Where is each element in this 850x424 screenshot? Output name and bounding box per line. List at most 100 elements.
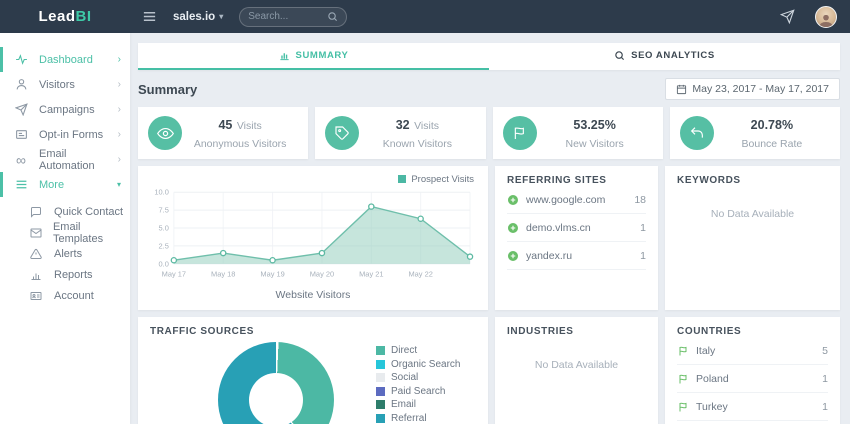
legend-label: Social (391, 372, 418, 383)
panel-title: TRAFFIC SOURCES (150, 326, 476, 337)
person-icon (3, 78, 39, 91)
chat-icon (30, 206, 54, 218)
search-box[interactable] (239, 7, 347, 27)
country-count: 1 (822, 373, 828, 385)
svg-text:0.0: 0.0 (159, 259, 169, 268)
plus-circle-icon (507, 222, 519, 234)
warning-triangle-icon (30, 248, 54, 260)
sidebar-item-label: Visitors (39, 79, 118, 91)
svg-text:May 20: May 20 (310, 270, 334, 279)
chart-legend: Prospect Visits (148, 172, 478, 186)
legend-label: Prospect Visits (411, 174, 474, 185)
site-name: demo.vlms.cn (526, 222, 633, 234)
legend-label: Organic Search (391, 359, 460, 370)
sidebar-item-visitors[interactable]: Visitors › (0, 72, 130, 97)
keywords-panel: KEYWORDS No Data Available (665, 166, 840, 310)
website-visitors-panel: Prospect Visits 0.02.55.07.510.0May 17Ma… (138, 166, 488, 310)
stat-suffix: Visits (237, 120, 262, 132)
tab-label: SEO ANALYTICS (631, 50, 715, 61)
sidebar-item-quick-contact[interactable]: Quick Contact (0, 201, 130, 222)
plus-circle-icon (507, 250, 519, 262)
stat-card-anonymous-visitors: 45 Visits Anonymous Visitors (138, 107, 308, 159)
tab-label: SUMMARY (296, 50, 349, 61)
flag-icon (677, 401, 689, 413)
chart-bars-icon (279, 50, 290, 61)
reply-arrow-icon (680, 116, 714, 150)
svg-text:7.5: 7.5 (159, 206, 169, 215)
page-title: Summary (138, 82, 197, 97)
svg-text:10.0: 10.0 (154, 188, 168, 197)
legend-item: Referral (376, 412, 465, 424)
tab-seo-analytics[interactable]: SEO ANALYTICS (489, 43, 840, 70)
legend-swatch (376, 387, 385, 396)
sidebar-item-alerts[interactable]: Alerts (0, 243, 130, 264)
flag-icon (677, 345, 689, 357)
visitors-chart-svg: 0.02.55.07.510.0May 17May 18May 19May 20… (148, 186, 476, 282)
stat-value: 53.25% (573, 118, 615, 132)
sidebar-item-email-automation[interactable]: ∞ Email Automation › (0, 147, 130, 172)
bottom-row: TRAFFIC SOURCES Direct Organic Search So… (138, 317, 840, 424)
country-row: Turkey 1 (677, 393, 828, 421)
activity-icon (3, 53, 39, 66)
search-icon (614, 50, 625, 61)
tab-summary[interactable]: SUMMARY (138, 43, 489, 70)
search-icon (327, 11, 338, 22)
flag-icon (503, 116, 537, 150)
top-bar: LeadBI sales.io ▾ (0, 0, 850, 33)
sidebar-item-opt-in-forms[interactable]: Opt-in Forms › (0, 122, 130, 147)
svg-text:May 22: May 22 (408, 270, 432, 279)
stat-value: 32 (396, 118, 410, 132)
legend-label: Referral (391, 413, 427, 424)
country-row: Italy 5 (677, 337, 828, 365)
stat-value: 20.78% (751, 118, 793, 132)
sidebar-item-label: Campaigns (39, 104, 118, 116)
send-icon[interactable] (780, 9, 795, 24)
sidebar-item-more[interactable]: More ▾ (0, 172, 130, 197)
app-logo: LeadBI (0, 8, 130, 25)
traffic-sources-body: Direct Organic Search Social Paid Search… (150, 342, 476, 424)
traffic-sources-panel: TRAFFIC SOURCES Direct Organic Search So… (138, 317, 488, 424)
tab-strip: SUMMARY SEO ANALYTICS (138, 43, 840, 70)
legend-item: Direct (376, 344, 465, 358)
sidebar-item-account[interactable]: Account (0, 285, 130, 306)
sidebar-item-dashboard[interactable]: Dashboard › (0, 47, 130, 72)
country-row: Poland 1 (677, 365, 828, 393)
legend-label: Paid Search (391, 386, 445, 397)
svg-text:May 19: May 19 (260, 270, 284, 279)
panel-title: REFERRING SITES (507, 175, 646, 186)
sidebar-item-email-templates[interactable]: Email Templates (0, 222, 130, 243)
plus-circle-icon (507, 194, 519, 206)
legend-item: Paid Search (376, 385, 465, 399)
page-header: Summary May 23, 2017 - May 17, 2017 (138, 78, 840, 100)
stat-text: 53.25% New Visitors (537, 113, 653, 153)
stat-card-bounce-rate: 20.78% Bounce Rate (670, 107, 840, 159)
menu-toggle-icon[interactable] (142, 9, 157, 24)
chevron-down-icon: ▾ (219, 12, 223, 21)
workspace-selector[interactable]: sales.io ▾ (173, 11, 223, 23)
sidebar-item-label: Quick Contact (54, 206, 123, 218)
country-name: Poland (696, 373, 815, 385)
sidebar-item-campaigns[interactable]: Campaigns › (0, 97, 130, 122)
eye-icon (148, 116, 182, 150)
svg-text:May 17: May 17 (162, 270, 186, 279)
paper-plane-icon (3, 103, 39, 116)
sidebar-item-reports[interactable]: Reports (0, 264, 130, 285)
legend-swatch (398, 175, 406, 183)
search-input[interactable] (248, 11, 327, 22)
country-count: 5 (822, 345, 828, 357)
site-count: 1 (640, 222, 646, 234)
chevron-right-icon: › (118, 104, 121, 115)
chevron-down-icon: ▾ (117, 180, 121, 189)
envelope-icon (30, 227, 53, 239)
legend-item: Email (376, 398, 465, 412)
date-range-picker[interactable]: May 23, 2017 - May 17, 2017 (665, 78, 840, 100)
stat-card-known-visitors: 32 Visits Known Visitors (315, 107, 485, 159)
user-avatar[interactable] (815, 6, 837, 28)
country-count: 1 (822, 401, 828, 413)
form-card-icon (3, 128, 39, 141)
tag-icon (325, 116, 359, 150)
menu-lines-icon (3, 178, 39, 191)
panel-title: KEYWORDS (677, 175, 828, 186)
legend-swatch (376, 414, 385, 423)
referring-sites-panel: REFERRING SITES www.google.com 18 demo.v… (495, 166, 658, 310)
